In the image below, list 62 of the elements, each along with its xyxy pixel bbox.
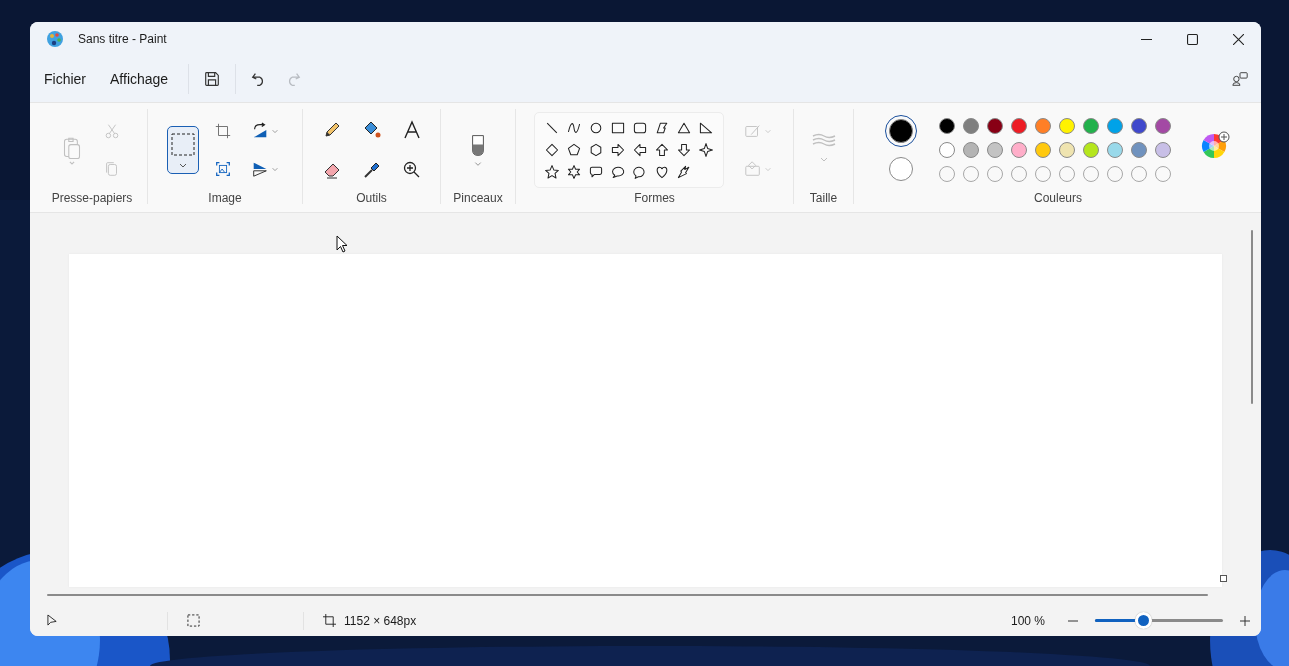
group-label: Pinceaux	[453, 191, 503, 207]
color-swatch[interactable]	[1035, 142, 1051, 158]
selection-icon	[187, 614, 200, 627]
color-swatch[interactable]	[1155, 118, 1171, 134]
group-label: Image	[208, 191, 242, 207]
slider-thumb[interactable]	[1134, 612, 1152, 629]
color-swatch[interactable]	[1155, 142, 1171, 158]
caret-icon	[271, 165, 279, 173]
color-swatch[interactable]	[1035, 118, 1051, 134]
group-label: Presse-papiers	[51, 191, 133, 207]
people-icon[interactable]	[1231, 70, 1249, 88]
group-label: Couleurs	[1034, 191, 1082, 207]
maximize-icon	[1186, 33, 1198, 45]
close-icon	[1232, 33, 1244, 45]
color-swatch[interactable]	[1059, 142, 1075, 158]
color-swatch[interactable]	[1107, 142, 1123, 158]
color-swatch[interactable]	[963, 118, 979, 134]
fill-icon	[743, 160, 762, 178]
text-icon	[401, 120, 422, 140]
color-swatch[interactable]	[939, 118, 955, 134]
palette-icon	[46, 30, 64, 48]
zoom-level: 100 %	[1010, 613, 1045, 628]
caret-icon	[271, 127, 279, 135]
zoom-in-icon	[401, 160, 422, 180]
plus-icon	[1239, 614, 1251, 627]
color-swatch[interactable]	[1011, 142, 1027, 158]
color-wheel-icon[interactable]	[1201, 131, 1231, 161]
color-swatch[interactable]	[1107, 118, 1123, 134]
color-swatch[interactable]	[1131, 142, 1147, 158]
window-title: Sans titre - Paint	[78, 32, 167, 46]
color-swatch[interactable]	[1011, 118, 1027, 134]
color-swatch[interactable]	[1131, 118, 1147, 134]
color-swatch[interactable]	[1083, 142, 1099, 158]
brush-icon	[469, 132, 487, 168]
menu-item[interactable]: Fichier	[34, 65, 96, 93]
clipboard-icon	[61, 135, 83, 165]
color-swatch[interactable]	[987, 118, 1003, 134]
crop-icon	[214, 122, 232, 140]
selection-button[interactable]	[167, 126, 199, 174]
color-swatch[interactable]	[939, 142, 955, 158]
color-swatch[interactable]	[987, 142, 1003, 158]
color-swatch[interactable]	[1059, 118, 1075, 134]
rotate-icon	[251, 122, 269, 140]
color-swatch[interactable]	[1083, 118, 1099, 134]
flip-icon	[251, 160, 269, 178]
caret-icon	[763, 165, 772, 173]
pointer-icon	[47, 614, 58, 627]
horizontal-scrollbar[interactable]	[47, 594, 1208, 596]
canvas-size-icon	[323, 614, 336, 627]
resize-handle[interactable]	[1220, 575, 1227, 582]
menu-item[interactable]: Affichage	[100, 65, 179, 93]
group-label: Formes	[634, 191, 675, 207]
resize-icon	[214, 160, 232, 178]
vertical-scrollbar[interactable]	[1251, 230, 1253, 404]
cursor-icon	[336, 235, 348, 253]
zoom-slider[interactable]	[1095, 612, 1223, 629]
color-swatch[interactable]	[963, 142, 979, 158]
caret-icon	[763, 127, 772, 135]
group-label: Taille	[809, 191, 838, 207]
canvas-size: 1152 × 648px	[344, 613, 417, 628]
group-label: Outils	[356, 191, 387, 207]
scissors-icon	[103, 122, 121, 140]
